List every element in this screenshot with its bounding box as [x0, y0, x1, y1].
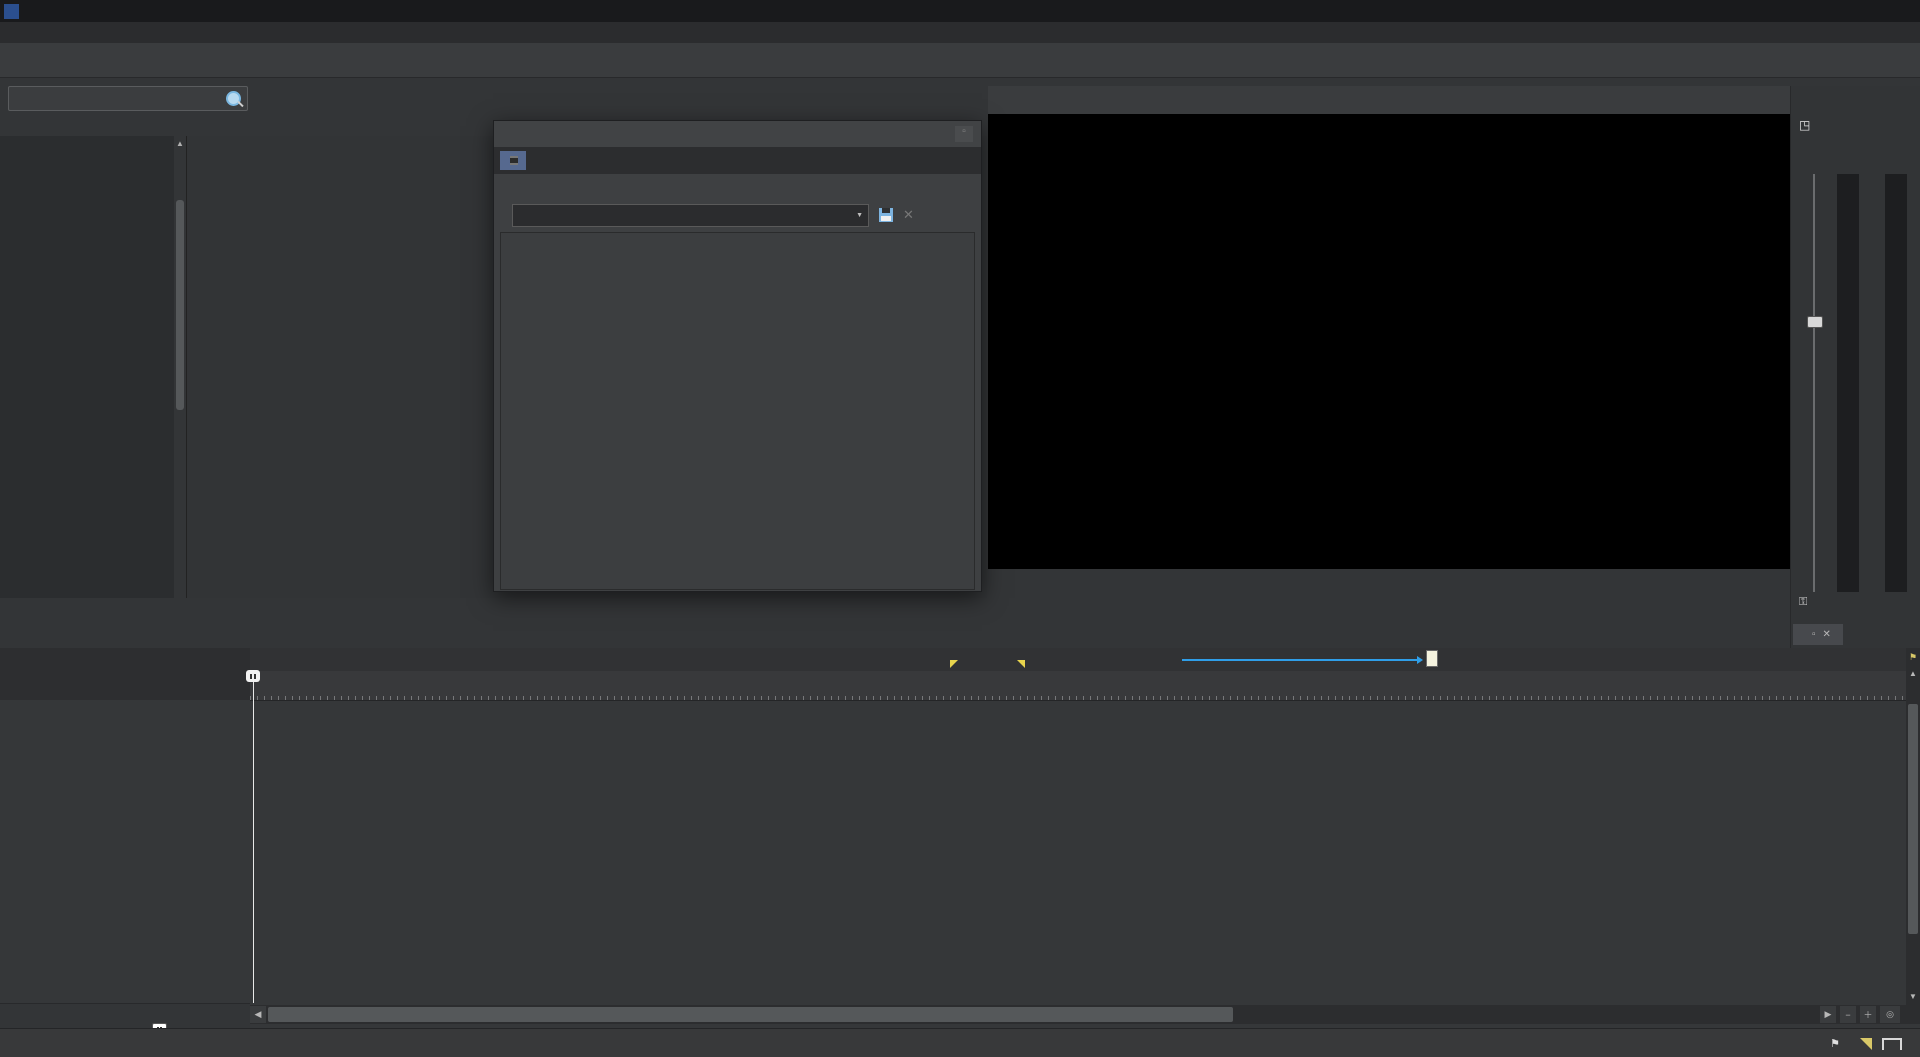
master-fader-track[interactable]: [1813, 174, 1815, 592]
menu-bar: [0, 22, 1920, 43]
scroll-right-icon[interactable]: ▶: [1820, 1006, 1836, 1023]
hscroll-thumb[interactable]: [268, 1007, 1233, 1022]
preview-info: [996, 598, 1790, 627]
playhead-flag[interactable]: [246, 670, 260, 682]
timeline-ruler[interactable]: [250, 671, 1920, 701]
master-toolbar: [1791, 86, 1920, 114]
master-fader-handle[interactable]: [1807, 316, 1823, 328]
loop-end-marker[interactable]: [1017, 660, 1025, 668]
transport-bar: ⚑: [0, 1028, 1920, 1057]
master-bus-buttons: [1791, 136, 1920, 158]
preset-combo[interactable]: ▼: [512, 204, 869, 227]
zoom-in-icon[interactable]: ＋: [1860, 1006, 1876, 1023]
plugin-parameters-panel: [500, 232, 975, 590]
save-preset-icon[interactable]: [879, 208, 893, 222]
playhead[interactable]: [253, 671, 254, 1003]
vertical-scrollbar[interactable]: ⚑ ▲ ▼: [1906, 648, 1920, 1005]
scroll-down-icon[interactable]: ▼: [1909, 992, 1917, 1001]
undock-icon[interactable]: ▫: [1812, 629, 1816, 640]
marker-bar[interactable]: [250, 648, 1920, 672]
vegas-pro-window: ▲ ◳ ⚿ ▫: [0, 0, 1920, 1057]
search-icon[interactable]: [226, 91, 241, 106]
app-icon: [4, 4, 19, 19]
preview-transport: [988, 569, 1790, 596]
chevron-down-icon[interactable]: ▼: [856, 212, 863, 219]
video-preview-canvas[interactable]: [988, 114, 1790, 569]
scroll-left-icon[interactable]: ◀: [250, 1006, 266, 1023]
dialog-close-icon[interactable]: ▫: [955, 126, 973, 142]
event-track-badge: [500, 151, 526, 170]
loop-start-marker[interactable]: [950, 660, 958, 668]
search-input[interactable]: [8, 86, 248, 111]
timeline-corner: [0, 648, 250, 700]
tab-master-bus[interactable]: ▫ ✕: [1793, 624, 1843, 645]
scroll-up-icon[interactable]: ▲: [174, 136, 186, 148]
drag-indicator-line: [1182, 659, 1418, 661]
close-icon[interactable]: ✕: [1823, 629, 1831, 640]
vscroll-thumb[interactable]: [1908, 704, 1918, 934]
zoom-out-icon[interactable]: −: [1840, 1006, 1856, 1023]
plugin-scrollbar-thumb[interactable]: [176, 200, 184, 410]
drag-offset-tooltip: [1426, 650, 1438, 667]
main-toolbar: [0, 43, 1920, 78]
scroll-up-icon[interactable]: ▲: [1909, 669, 1917, 678]
preview-toolbar: [988, 86, 1790, 114]
loop-region-icon: [1882, 1038, 1902, 1050]
master-bus-icon[interactable]: ◳: [1799, 118, 1810, 132]
selection-corner-icon: [1860, 1038, 1872, 1050]
fx-chain: [494, 174, 981, 200]
title-bar: [0, 0, 1920, 22]
plugin-list: [0, 136, 187, 598]
video-event-fx-dialog: ▫ ▼ ✕: [493, 120, 982, 592]
timeline: ▲ ◀ ▶ − ＋ ◎ ⚑ ▲ ▼: [0, 648, 1920, 1057]
status-timecodes: ⚑: [1830, 1029, 1912, 1057]
marker-tool-icon[interactable]: ⚑: [1909, 652, 1917, 663]
delete-preset-icon[interactable]: ✕: [903, 207, 914, 223]
zoom-tool-corner-icon[interactable]: ◎: [1880, 1006, 1900, 1023]
fx-category-tabs: [0, 114, 520, 135]
cursor-flag-icon: ⚑: [1830, 1037, 1840, 1050]
master-meter-right: [1885, 174, 1907, 592]
master-bus-panel: ◳ ⚿ ▫ ✕: [1790, 86, 1920, 648]
horizontal-scrollbar[interactable]: ◀ ▶ − ＋ ◎: [250, 1005, 1920, 1024]
master-lock-icon[interactable]: ⚿: [1799, 596, 1807, 609]
master-meter-left: [1837, 174, 1859, 592]
